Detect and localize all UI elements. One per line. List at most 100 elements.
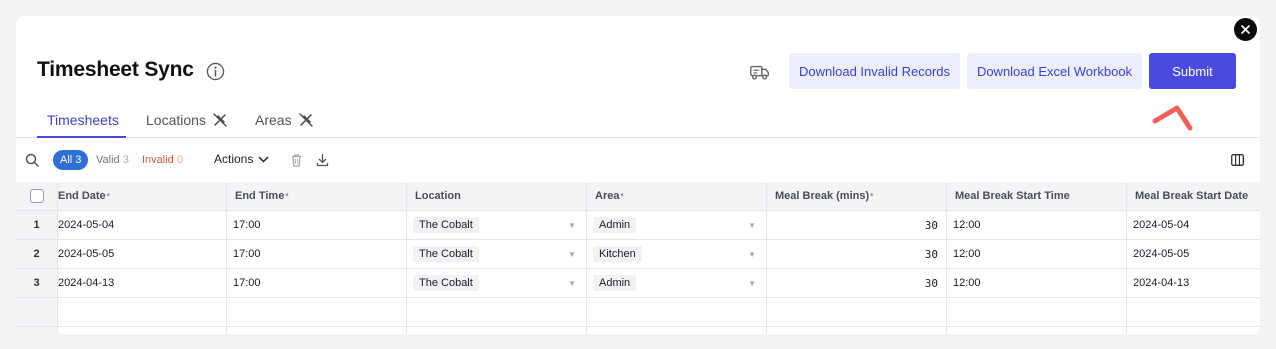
- empty-cell[interactable]: [947, 327, 1127, 334]
- trash-icon[interactable]: [290, 153, 303, 167]
- dropdown-caret-icon: ▼: [568, 249, 576, 259]
- download-icon[interactable]: [316, 153, 329, 167]
- filter-valid[interactable]: Valid 3: [96, 154, 129, 166]
- cell-meal-break[interactable]: 30: [767, 240, 947, 268]
- empty-row[interactable]: [16, 327, 1260, 334]
- empty-cell[interactable]: [1127, 298, 1260, 326]
- location-chip: The Cobalt: [413, 275, 479, 291]
- location-chip: The Cobalt: [413, 217, 479, 233]
- empty-cell[interactable]: [58, 298, 227, 326]
- empty-cell[interactable]: [767, 327, 947, 334]
- column-header-meal-break-start-time[interactable]: Meal Break Start Time: [947, 182, 1127, 210]
- link-off-icon: [298, 113, 313, 127]
- empty-cell[interactable]: [587, 327, 767, 334]
- cell-meal-break-start-time[interactable]: 12:00: [947, 269, 1127, 297]
- table-row[interactable]: 1 2024-05-04 17:00 The Cobalt ▼ Admin ▼ …: [16, 211, 1260, 240]
- column-label: End Time: [235, 190, 285, 202]
- cell-location[interactable]: The Cobalt ▼: [407, 240, 587, 268]
- filter-label: All: [60, 154, 73, 166]
- filter-all-pill[interactable]: All 3: [53, 150, 89, 170]
- required-marker: *: [106, 191, 110, 201]
- close-button[interactable]: [1234, 18, 1257, 41]
- dropdown-caret-icon: ▼: [748, 278, 756, 288]
- tab-timesheets[interactable]: Timesheets: [47, 112, 119, 128]
- row-number: 3: [16, 269, 58, 297]
- cell-end-time[interactable]: 17:00: [227, 240, 407, 268]
- cell-location[interactable]: The Cobalt ▼: [407, 269, 587, 297]
- cell-location[interactable]: The Cobalt ▼: [407, 211, 587, 239]
- required-marker: *: [870, 191, 874, 201]
- cell-meal-break[interactable]: 30: [767, 269, 947, 297]
- column-header-location[interactable]: Location: [407, 182, 587, 210]
- cell-area[interactable]: Admin ▼: [587, 269, 767, 297]
- empty-cell[interactable]: [407, 298, 587, 326]
- row-number: 2: [16, 240, 58, 268]
- column-label: Location: [415, 190, 461, 202]
- close-icon: [1241, 25, 1250, 34]
- delivery-truck-icon[interactable]: [749, 62, 771, 82]
- empty-cell[interactable]: [1127, 327, 1260, 334]
- column-header-area[interactable]: Area *: [587, 182, 767, 210]
- table-row[interactable]: 3 2024-04-13 17:00 The Cobalt ▼ Admin ▼ …: [16, 269, 1260, 298]
- column-label: Meal Break (mins): [775, 190, 870, 202]
- timesheet-sync-modal: Timesheet Sync Download Invalid Records …: [16, 16, 1260, 334]
- filter-invalid[interactable]: Invalid 0: [142, 154, 183, 166]
- row-number: [16, 327, 58, 334]
- cell-end-time[interactable]: 17:00: [227, 269, 407, 297]
- empty-row[interactable]: [16, 298, 1260, 327]
- tab-areas[interactable]: Areas: [255, 112, 314, 128]
- cell-meal-break-start-time[interactable]: 12:00: [947, 240, 1127, 268]
- actions-label: Actions: [214, 152, 254, 166]
- column-header-meal-break[interactable]: Meal Break (mins) *: [767, 182, 947, 210]
- column-header-end-time[interactable]: End Time *: [227, 182, 407, 210]
- cell-meal-break[interactable]: 30: [767, 211, 947, 239]
- actions-dropdown[interactable]: Actions: [214, 152, 269, 166]
- cell-meal-break-start-time[interactable]: 12:00: [947, 211, 1127, 239]
- columns-icon[interactable]: [1231, 154, 1244, 166]
- search-icon[interactable]: [25, 153, 39, 167]
- submit-button[interactable]: Submit: [1149, 53, 1236, 89]
- chevron-down-icon: [258, 155, 269, 163]
- table-toolbar: All 3 Valid 3 Invalid 0 Actions: [16, 138, 1260, 182]
- cell-area[interactable]: Kitchen ▼: [587, 240, 767, 268]
- empty-cell[interactable]: [407, 327, 587, 334]
- table-row[interactable]: 2 2024-05-05 17:00 The Cobalt ▼ Kitchen …: [16, 240, 1260, 269]
- empty-cell[interactable]: [767, 298, 947, 326]
- cell-meal-break-start-date[interactable]: 2024-05-05: [1127, 240, 1260, 268]
- row-number: 1: [16, 211, 58, 239]
- column-header-meal-break-start-date[interactable]: Meal Break Start Date: [1127, 182, 1260, 210]
- annotation-arrow-icon: [1152, 105, 1193, 131]
- column-label: End Date: [58, 190, 106, 202]
- cell-meal-break-start-date[interactable]: 2024-05-04: [1127, 211, 1260, 239]
- link-off-icon: [213, 113, 227, 127]
- column-header-end-date[interactable]: End Date *: [58, 182, 227, 210]
- download-excel-workbook-button[interactable]: Download Excel Workbook: [967, 53, 1142, 89]
- required-marker: *: [620, 191, 624, 201]
- column-label: Meal Break Start Date: [1135, 190, 1249, 202]
- download-invalid-records-button[interactable]: Download Invalid Records: [789, 53, 960, 89]
- cell-end-date[interactable]: 2024-04-13: [58, 269, 227, 297]
- tab-label: Areas: [255, 112, 292, 128]
- empty-cell[interactable]: [227, 298, 407, 326]
- cell-end-date[interactable]: 2024-05-05: [58, 240, 227, 268]
- empty-cell[interactable]: [947, 298, 1127, 326]
- area-chip: Admin: [593, 217, 637, 233]
- empty-cell[interactable]: [587, 298, 767, 326]
- cell-area[interactable]: Admin ▼: [587, 211, 767, 239]
- location-chip: The Cobalt: [413, 246, 479, 262]
- empty-cell[interactable]: [227, 327, 407, 334]
- table-header-row: End Date * End Time * Location Area * Meal …: [16, 182, 1260, 211]
- tab-bar: Timesheets Locations Areas: [16, 100, 1260, 138]
- cell-end-time[interactable]: 17:00: [227, 211, 407, 239]
- dropdown-caret-icon: ▼: [568, 220, 576, 230]
- dropdown-caret-icon: ▼: [748, 249, 756, 259]
- row-number: [16, 298, 58, 326]
- filter-label: Invalid: [142, 154, 174, 166]
- empty-cell[interactable]: [58, 327, 227, 334]
- info-icon[interactable]: [206, 62, 225, 81]
- cell-end-date[interactable]: 2024-05-04: [58, 211, 227, 239]
- select-all-checkbox[interactable]: [29, 189, 44, 203]
- tab-locations[interactable]: Locations: [146, 112, 228, 128]
- page-title: Timesheet Sync: [37, 58, 194, 81]
- cell-meal-break-start-date[interactable]: 2024-04-13: [1127, 269, 1260, 297]
